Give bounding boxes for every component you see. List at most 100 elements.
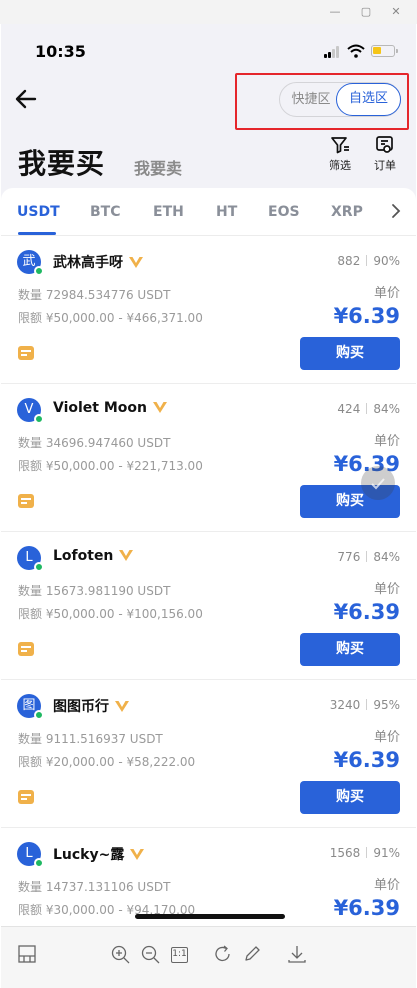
check-icon xyxy=(371,478,385,490)
viewer-toolbar: 1:1 xyxy=(1,926,416,988)
panel-toggle-icon[interactable] xyxy=(16,943,38,965)
verified-badge-icon xyxy=(130,849,145,860)
merchant-name: Lucky~露 xyxy=(53,847,125,863)
edit-pencil-icon[interactable] xyxy=(241,943,263,965)
buy-title[interactable]: 我要买 xyxy=(18,142,105,182)
unit-price-label: 单价 xyxy=(373,730,400,745)
unit-price-label: 单价 xyxy=(373,878,400,893)
unit-price: ¥6.39 xyxy=(333,748,400,772)
merchant-name-line[interactable]: 武林高手呀 xyxy=(53,252,144,272)
merchant-row: 图 图图币行 3240 95% 数量 9111.516937 USDT 限额 ¥2… xyxy=(1,680,416,828)
bank-card-icon xyxy=(18,346,34,360)
buy-button[interactable]: 购买 xyxy=(300,781,400,814)
unit-price: ¥6.39 xyxy=(333,600,400,624)
active-tab-indicator xyxy=(18,232,56,235)
merchant-name-line[interactable]: Lofoten xyxy=(53,548,134,564)
merchant-name: 图图币行 xyxy=(53,699,109,715)
verified-badge-icon xyxy=(153,402,168,413)
completion-rate: 84% xyxy=(373,550,400,564)
avatar-initial: L xyxy=(25,846,33,861)
maximize-icon[interactable]: ▢ xyxy=(358,4,374,20)
available-quantity: 数量 14737.131106 USDT xyxy=(18,880,171,894)
zoom-out-icon[interactable] xyxy=(139,943,161,965)
unit-price-label: 单价 xyxy=(373,434,400,449)
completion-rate: 95% xyxy=(373,698,400,712)
tab-eth[interactable]: ETH xyxy=(153,204,184,220)
merchant-name-line[interactable]: Lucky~露 xyxy=(53,844,145,864)
rotate-icon[interactable] xyxy=(212,943,234,965)
trade-limit: 限额 ¥20,000.00 - ¥58,222.00 xyxy=(18,755,196,769)
floating-check-button[interactable] xyxy=(361,466,395,500)
online-status-dot xyxy=(34,562,44,572)
trade-limit: 限额 ¥50,000.00 - ¥100,156.00 xyxy=(18,607,203,621)
online-status-dot xyxy=(34,858,44,868)
online-status-dot xyxy=(34,414,44,424)
tab-usdt[interactable]: USDT xyxy=(17,204,60,220)
buy-button[interactable]: 购买 xyxy=(300,337,400,370)
bank-card-icon xyxy=(18,790,34,804)
status-time: 10:35 xyxy=(35,42,86,61)
zone-toggle: 快捷区 自选区 xyxy=(279,82,401,117)
actual-size-button[interactable]: 1:1 xyxy=(171,947,188,963)
back-arrow-icon[interactable] xyxy=(13,86,41,112)
avatar[interactable]: 武 xyxy=(17,250,44,276)
avatar[interactable]: V xyxy=(17,398,44,424)
signal-icon xyxy=(324,46,342,58)
sell-tab[interactable]: 我要卖 xyxy=(134,155,182,179)
avatar-initial: 武 xyxy=(22,254,36,269)
order-count: 776 xyxy=(337,550,361,564)
unit-price: ¥6.39 xyxy=(333,304,400,328)
unit-price: ¥6.39 xyxy=(333,896,400,920)
avatar[interactable]: L xyxy=(17,546,44,572)
merchant-stats: 882 90% xyxy=(337,254,400,268)
orders-icon xyxy=(376,136,393,153)
available-quantity: 数量 72984.534776 USDT xyxy=(18,288,171,302)
avatar[interactable]: 图 xyxy=(17,694,44,720)
bank-card-icon xyxy=(18,494,34,508)
tab-eos[interactable]: EOS xyxy=(268,204,300,220)
verified-badge-icon xyxy=(115,701,129,712)
unit-price-label: 单价 xyxy=(373,582,400,597)
custom-zone-tab[interactable]: 自选区 xyxy=(336,83,401,116)
minimize-icon[interactable]: — xyxy=(327,4,343,20)
avatar[interactable]: L xyxy=(17,842,44,868)
completion-rate: 84% xyxy=(373,402,400,416)
merchant-stats: 776 84% xyxy=(337,550,400,564)
merchant-stats: 1568 91% xyxy=(330,846,400,860)
order-count: 424 xyxy=(337,402,361,416)
completion-rate: 90% xyxy=(373,254,400,268)
close-icon[interactable]: ✕ xyxy=(388,4,404,20)
filter-icon xyxy=(331,137,349,154)
online-status-dot xyxy=(34,710,44,720)
tab-btc[interactable]: BTC xyxy=(90,204,121,220)
merchant-name-line[interactable]: Violet Moon xyxy=(53,400,168,416)
verified-badge-icon xyxy=(129,257,143,268)
avatar-initial: V xyxy=(24,402,34,417)
chevron-right-icon[interactable] xyxy=(390,202,402,220)
merchant-stats: 424 84% xyxy=(337,402,400,416)
tab-ht[interactable]: HT xyxy=(216,204,237,220)
buy-button[interactable]: 购买 xyxy=(300,633,400,666)
avatar-initial: L xyxy=(25,550,33,565)
phone-screen: 10:35 快捷区 自选区 我要买 我要卖 筛选 订单 USDT BTC ETH… xyxy=(1,24,416,988)
filter-button[interactable]: 筛选 xyxy=(323,135,357,173)
tab-xrp[interactable]: XRP xyxy=(331,204,363,220)
orders-button[interactable]: 订单 xyxy=(368,135,402,173)
trade-limit: 限额 ¥50,000.00 - ¥221,713.00 xyxy=(18,459,203,473)
order-count: 3240 xyxy=(329,698,361,712)
merchant-row: 武 武林高手呀 882 90% 数量 72984.534776 USDT 限额 ¥… xyxy=(1,236,416,384)
merchant-row: L Lofoten 776 84% 数量 15673.981190 USDT 限额… xyxy=(1,532,416,680)
completion-rate: 91% xyxy=(373,846,400,860)
online-status-dot xyxy=(34,266,44,276)
quick-zone-tab[interactable]: 快捷区 xyxy=(286,83,336,116)
download-icon[interactable] xyxy=(286,943,308,965)
zoom-in-icon[interactable] xyxy=(109,943,131,965)
merchant-name-line[interactable]: 图图币行 xyxy=(53,696,130,716)
merchant-name: 武林高手呀 xyxy=(53,255,123,271)
battery-icon xyxy=(371,45,398,57)
available-quantity: 数量 15673.981190 USDT xyxy=(18,584,171,598)
window-title-bar: — ▢ ✕ xyxy=(0,0,417,24)
available-quantity: 数量 34696.947460 USDT xyxy=(18,436,171,450)
bank-card-icon xyxy=(18,642,34,656)
order-count: 1568 xyxy=(329,846,361,860)
